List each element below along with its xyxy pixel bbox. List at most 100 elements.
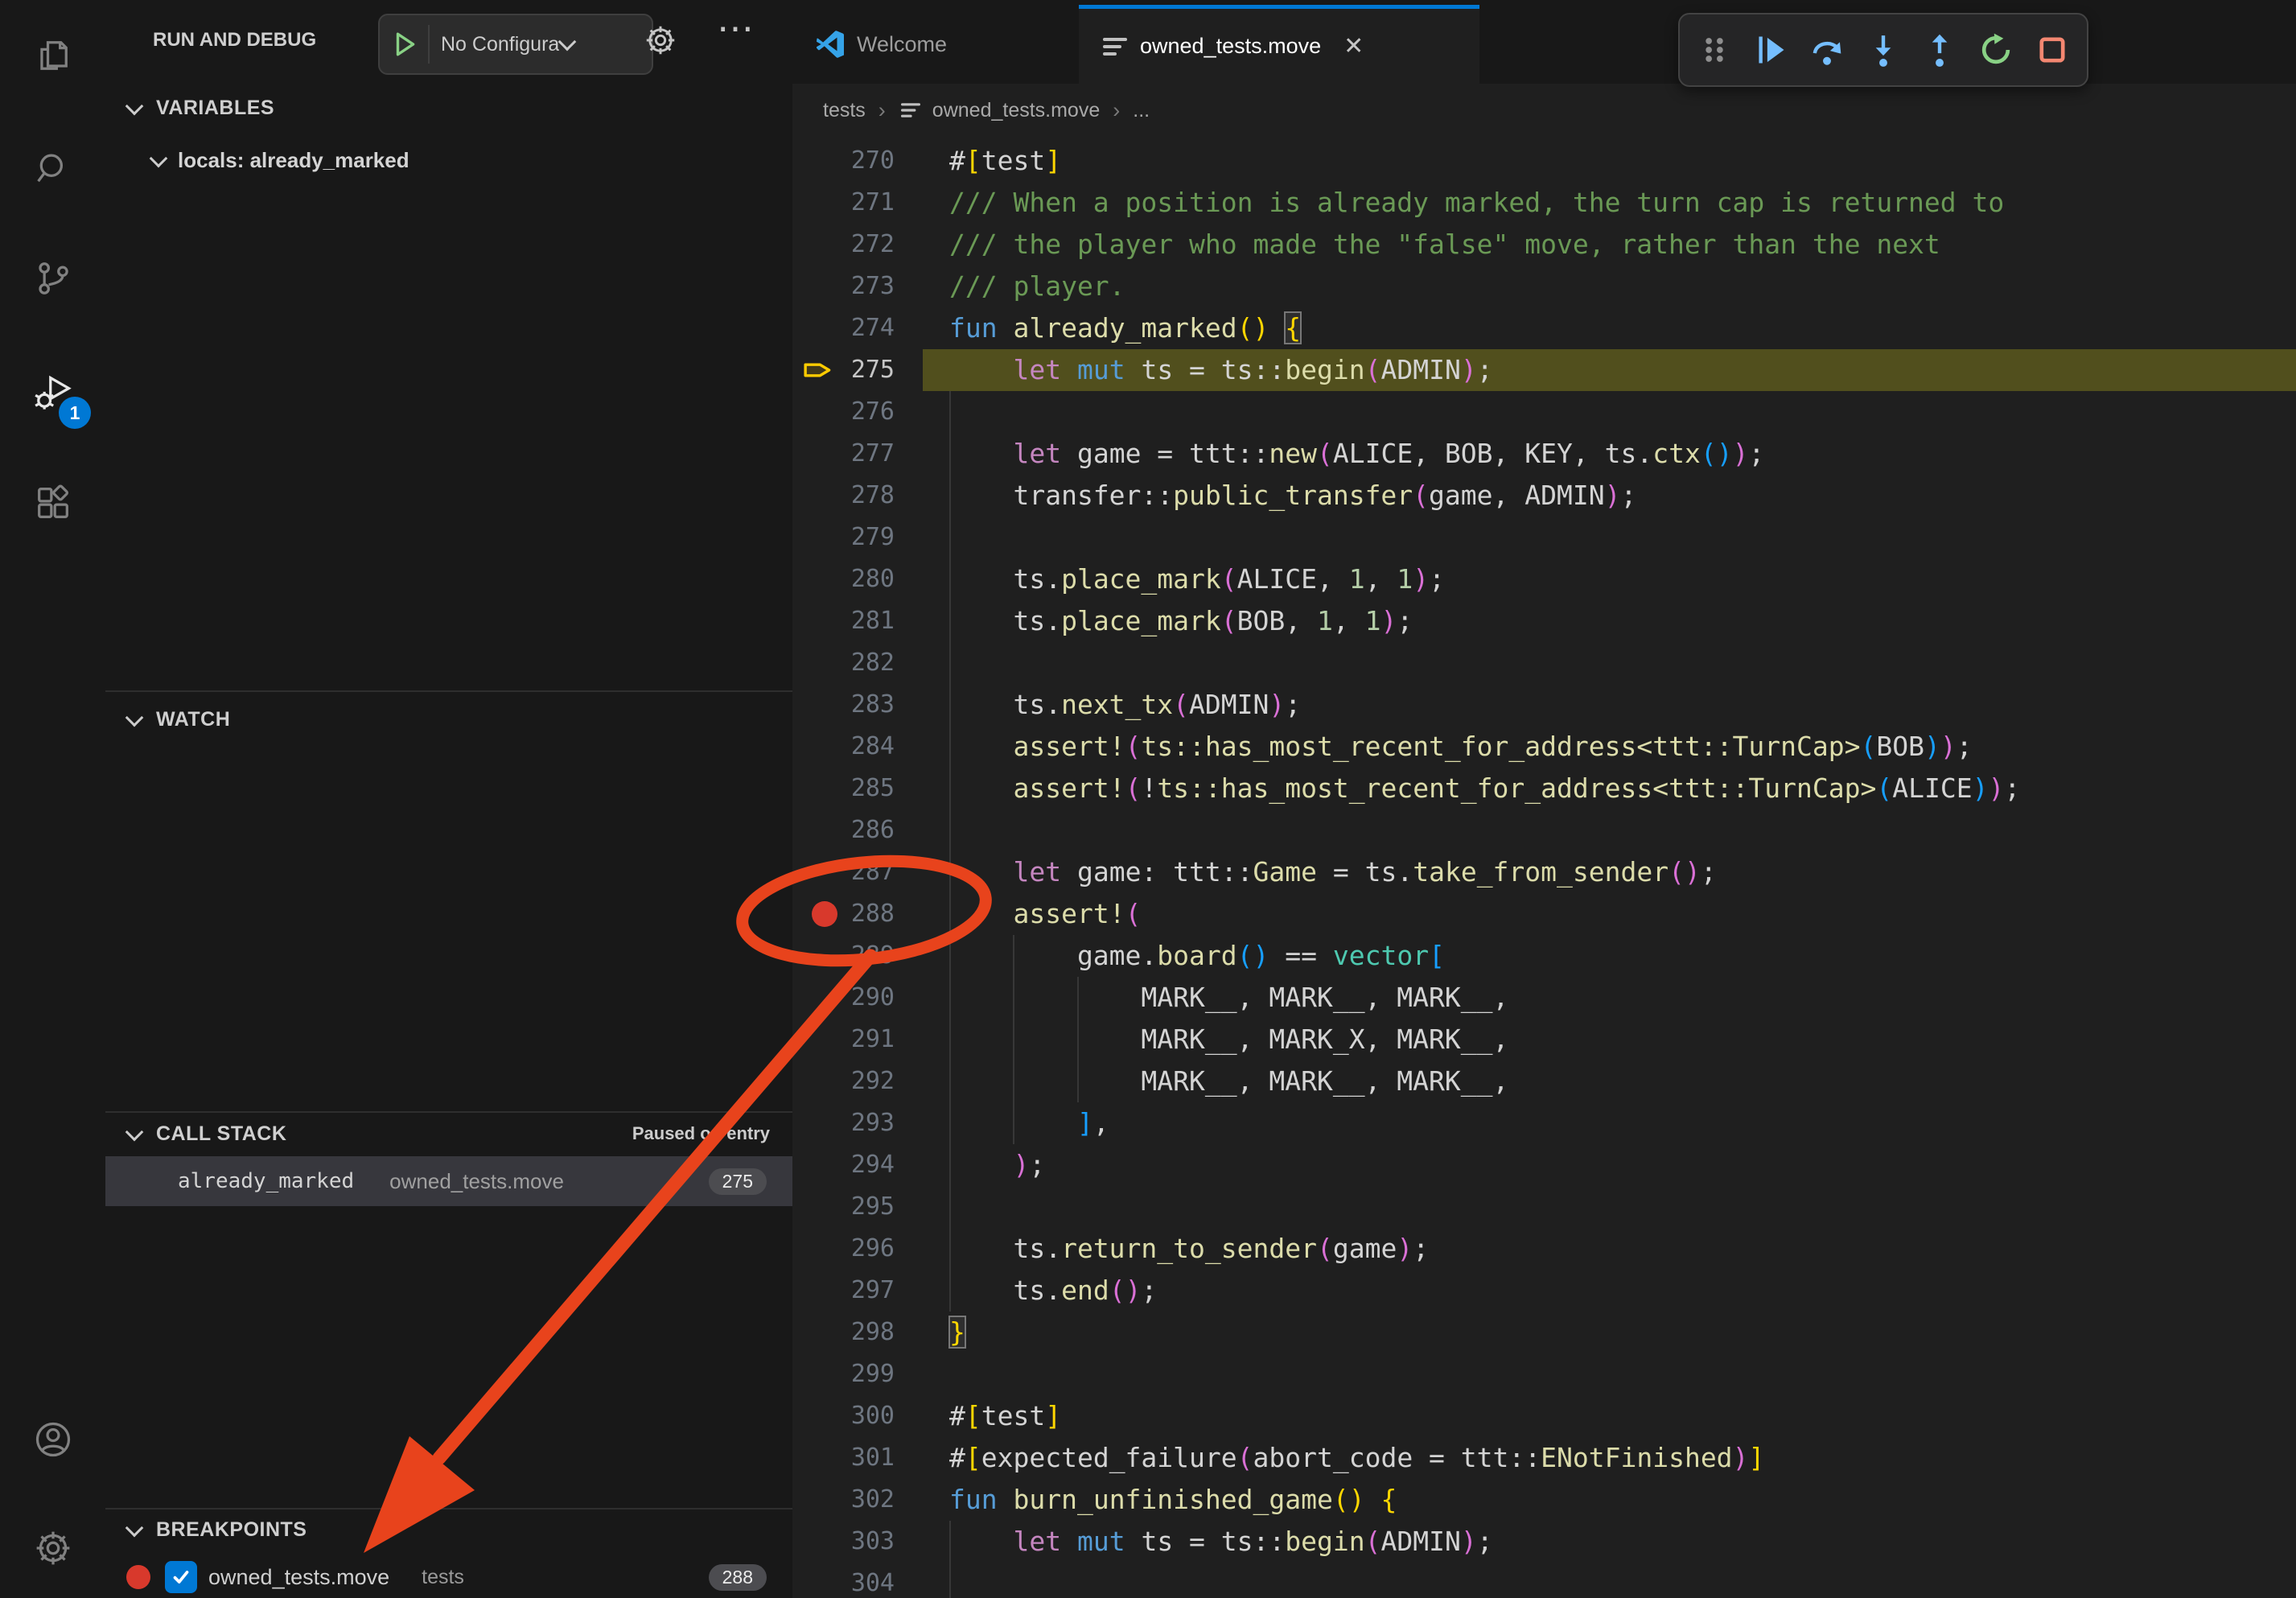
step-out-button[interactable]	[1921, 31, 1958, 68]
code-line-289[interactable]: 289 game.board() == vector[	[792, 935, 2296, 977]
line-number[interactable]: 292	[809, 1061, 895, 1102]
settings-gear-icon[interactable]	[0, 1504, 105, 1592]
continue-button[interactable]	[1752, 31, 1789, 68]
code-line-283[interactable]: 283 ts.next_tx(ADMIN);	[792, 684, 2296, 726]
line-number[interactable]: 283	[809, 684, 895, 726]
breadcrumb-item[interactable]: ...	[1133, 99, 1150, 122]
variables-section-header[interactable]: VARIABLES	[105, 80, 792, 135]
code-line-287[interactable]: 287 let game: ttt::Game = ts.take_from_s…	[792, 851, 2296, 893]
code-line-304[interactable]: 304	[792, 1563, 2296, 1598]
step-into-button[interactable]	[1865, 31, 1902, 68]
extensions-icon[interactable]	[0, 459, 105, 547]
code-line-285[interactable]: 285 assert!(!ts::has_most_recent_for_add…	[792, 768, 2296, 809]
search-icon[interactable]	[0, 124, 105, 212]
line-number[interactable]: 278	[809, 475, 895, 517]
code-line-272[interactable]: 272/// the player who made the "false" m…	[792, 224, 2296, 266]
breakpoint-checkbox[interactable]	[165, 1561, 197, 1593]
breakpoint-item[interactable]: owned_tests.move tests 288	[105, 1553, 792, 1598]
line-number[interactable]: 291	[809, 1019, 895, 1061]
line-number[interactable]: 297	[809, 1270, 895, 1312]
line-number[interactable]: 288	[809, 893, 895, 935]
line-number[interactable]: 295	[809, 1186, 895, 1228]
code-line-291[interactable]: 291 MARK__, MARK_X, MARK__,	[792, 1019, 2296, 1061]
line-number[interactable]: 279	[809, 517, 895, 558]
code-line-276[interactable]: 276	[792, 391, 2296, 433]
code-line-290[interactable]: 290 MARK__, MARK__, MARK__,	[792, 977, 2296, 1019]
line-number[interactable]: 274	[809, 307, 895, 349]
line-number[interactable]: 281	[809, 600, 895, 642]
line-number[interactable]: 285	[809, 768, 895, 809]
code-line-275[interactable]: 275 let mut ts = ts::begin(ADMIN);	[792, 349, 2296, 391]
code-line-292[interactable]: 292 MARK__, MARK__, MARK__,	[792, 1061, 2296, 1102]
code-area[interactable]: 270#[test]271/// When a position is alre…	[792, 137, 2296, 1598]
code-line-302[interactable]: 302fun burn_unfinished_game() {	[792, 1479, 2296, 1521]
breadcrumb-item[interactable]: owned_tests.move	[932, 99, 1100, 122]
tab-owned-tests[interactable]: owned_tests.move ✕	[1079, 5, 1479, 84]
line-number[interactable]: 301	[809, 1437, 895, 1479]
breadcrumb-item[interactable]: tests	[823, 99, 866, 122]
line-number[interactable]: 300	[809, 1395, 895, 1437]
code-line-278[interactable]: 278 transfer::public_transfer(game, ADMI…	[792, 475, 2296, 517]
code-line-301[interactable]: 301#[expected_failure(abort_code = ttt::…	[792, 1437, 2296, 1479]
restart-button[interactable]	[1977, 31, 2014, 68]
run-and-debug-icon[interactable]: 1	[0, 348, 105, 437]
variables-locals-item[interactable]: locals: already_marked	[105, 135, 792, 185]
code-line-280[interactable]: 280 ts.place_mark(ALICE, 1, 1);	[792, 558, 2296, 600]
code-line-298[interactable]: 298}	[792, 1312, 2296, 1353]
line-number[interactable]: 304	[809, 1563, 895, 1598]
code-line-286[interactable]: 286	[792, 809, 2296, 851]
line-number[interactable]: 289	[809, 935, 895, 977]
line-number[interactable]: 294	[809, 1144, 895, 1186]
start-debug-icon[interactable]	[391, 29, 418, 60]
source-control-icon[interactable]	[0, 234, 105, 323]
line-number[interactable]: 271	[809, 182, 895, 224]
breadcrumb[interactable]: tests › owned_tests.move › ...	[792, 84, 2296, 137]
line-number[interactable]: 298	[809, 1312, 895, 1353]
code-line-288[interactable]: 288 assert!(	[792, 893, 2296, 935]
line-number[interactable]: 303	[809, 1521, 895, 1563]
line-number[interactable]: 276	[809, 391, 895, 433]
line-number[interactable]: 302	[809, 1479, 895, 1521]
close-icon[interactable]: ✕	[1343, 32, 1364, 60]
tab-welcome[interactable]: Welcome	[792, 5, 1080, 84]
line-number[interactable]: 286	[809, 809, 895, 851]
account-icon[interactable]	[0, 1395, 105, 1484]
code-line-300[interactable]: 300#[test]	[792, 1395, 2296, 1437]
line-number[interactable]: 287	[809, 851, 895, 893]
code-line-281[interactable]: 281 ts.place_mark(BOB, 1, 1);	[792, 600, 2296, 642]
line-number[interactable]: 284	[809, 726, 895, 768]
code-line-293[interactable]: 293 ],	[792, 1102, 2296, 1144]
line-number[interactable]: 275	[809, 349, 895, 391]
code-line-277[interactable]: 277 let game = ttt::new(ALICE, BOB, KEY,…	[792, 433, 2296, 475]
line-number[interactable]: 272	[809, 224, 895, 266]
line-number[interactable]: 290	[809, 977, 895, 1019]
code-line-282[interactable]: 282	[792, 642, 2296, 684]
code-line-297[interactable]: 297 ts.end();	[792, 1270, 2296, 1312]
code-line-270[interactable]: 270#[test]	[792, 140, 2296, 182]
code-line-294[interactable]: 294 );	[792, 1144, 2296, 1186]
more-actions-icon[interactable]: ⋯	[717, 6, 755, 50]
debug-config-dropdown[interactable]: No Configura	[378, 14, 653, 75]
code-line-299[interactable]: 299	[792, 1353, 2296, 1395]
line-number[interactable]: 273	[809, 266, 895, 307]
code-line-271[interactable]: 271/// When a position is already marked…	[792, 182, 2296, 224]
debug-settings-gear-icon[interactable]	[643, 23, 678, 58]
toolbar-drag-handle[interactable]	[1696, 31, 1733, 68]
line-number[interactable]: 299	[809, 1353, 895, 1395]
breakpoints-section-header[interactable]: BREAKPOINTS	[105, 1509, 792, 1550]
code-line-273[interactable]: 273/// player.	[792, 266, 2296, 307]
stop-button[interactable]	[2034, 31, 2071, 68]
line-number[interactable]: 282	[809, 642, 895, 684]
line-number[interactable]: 280	[809, 558, 895, 600]
code-line-274[interactable]: 274fun already_marked() {	[792, 307, 2296, 349]
line-number[interactable]: 277	[809, 433, 895, 475]
code-line-279[interactable]: 279	[792, 517, 2296, 558]
call-stack-frame[interactable]: already_marked owned_tests.move 275	[105, 1156, 792, 1206]
call-stack-section-header[interactable]: CALL STACK Paused on entry	[105, 1113, 792, 1155]
explorer-icon[interactable]	[0, 11, 105, 100]
line-number[interactable]: 293	[809, 1102, 895, 1144]
code-line-295[interactable]: 295	[792, 1186, 2296, 1228]
step-over-button[interactable]	[1808, 31, 1845, 68]
line-number[interactable]: 270	[809, 140, 895, 182]
code-line-284[interactable]: 284 assert!(ts::has_most_recent_for_addr…	[792, 726, 2296, 768]
